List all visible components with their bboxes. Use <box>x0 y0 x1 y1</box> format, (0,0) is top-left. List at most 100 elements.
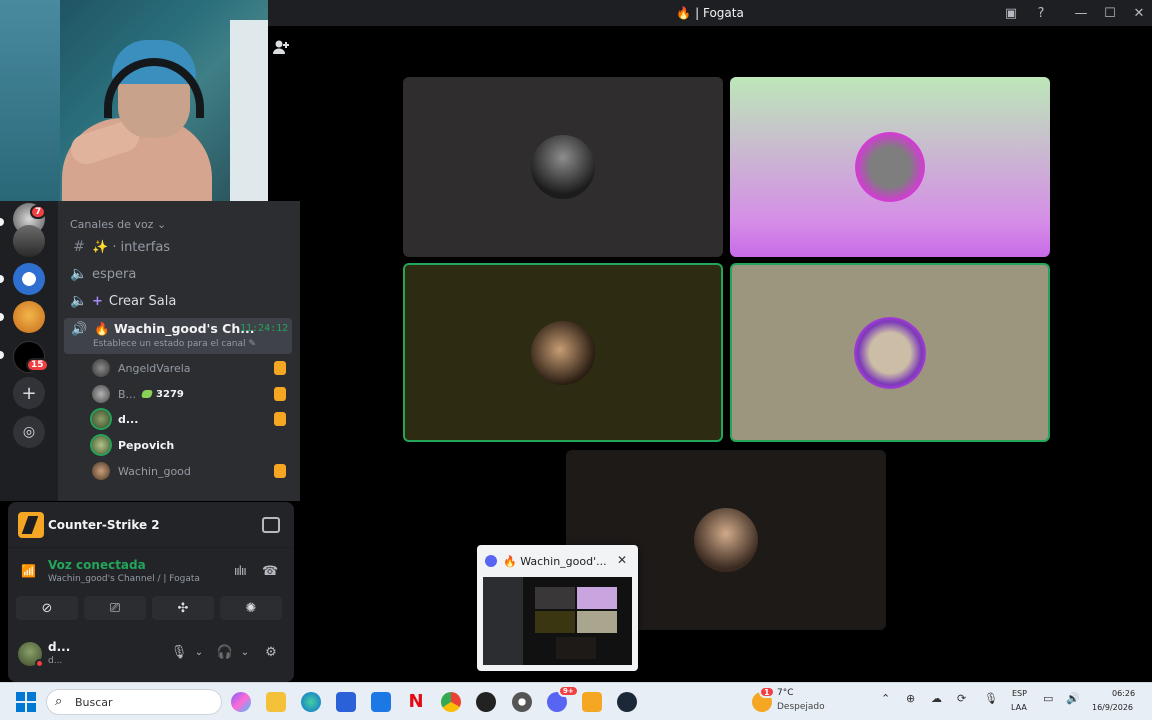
voice-member[interactable]: d... <box>92 409 292 429</box>
network-icon[interactable]: ▭ <box>1043 692 1053 705</box>
close-icon[interactable]: ✕ <box>617 553 627 567</box>
voice-location[interactable]: Wachin_good's Channel / | Fogata <box>48 574 200 584</box>
keyboard-layout[interactable]: LAA <box>1011 703 1027 712</box>
user-name[interactable]: d... <box>48 640 70 654</box>
avatar <box>92 436 110 454</box>
discord-badge: 9+ <box>558 685 579 697</box>
cs2-activity-icon <box>274 387 286 401</box>
channel-interfas[interactable]: # ✨ · interfas <box>70 236 170 258</box>
cs2-activity-icon <box>274 464 286 478</box>
user-tag: d... <box>48 656 63 666</box>
minimize-button[interactable]: — <box>1066 0 1096 26</box>
chrome-icon[interactable] <box>441 692 461 712</box>
participant-avatar <box>855 132 925 202</box>
screen-share-icon[interactable] <box>262 517 280 533</box>
channel-timer: 11:24:12 <box>240 323 289 334</box>
steam-icon[interactable] <box>617 692 637 712</box>
boost-badge: 3279 <box>140 389 184 400</box>
weather-temperature[interactable]: 7°C <box>777 688 794 698</box>
preview-thumbnail[interactable] <box>483 577 632 665</box>
settings-gear-icon[interactable]: ⚙ <box>262 643 280 661</box>
thumb-tile <box>535 587 575 609</box>
app-icon[interactable] <box>476 692 496 712</box>
tray-app-icon[interactable]: ⊕ <box>906 692 915 705</box>
cs2-activity-icon <box>274 361 286 375</box>
voice-member[interactable]: Pepovich <box>92 435 292 455</box>
outlook-icon[interactable] <box>371 692 391 712</box>
thumb-sidebar <box>483 577 523 665</box>
signal-icon[interactable]: 📶 <box>21 564 37 580</box>
gem-icon <box>140 390 154 398</box>
window-preview-popup[interactable]: 🔥 Wachin_good'... ✕ <box>477 545 638 671</box>
user-avatar[interactable] <box>18 642 44 668</box>
voice-connected-label[interactable]: Voz conectada <box>48 558 146 572</box>
camera-toggle-button[interactable]: ⊘ <box>16 596 78 620</box>
weather-description[interactable]: Despejado <box>777 702 825 712</box>
server-icon[interactable] <box>13 263 45 295</box>
cloud-icon[interactable]: ☁ <box>931 692 942 705</box>
avatar <box>92 410 110 428</box>
channel-label: interfas <box>120 239 171 255</box>
channel-crear-sala[interactable]: 🔈 + Crear Sala <box>70 290 176 312</box>
channel-status-prompt[interactable]: Establece un estado para el canal ✎ <box>93 339 256 349</box>
video-tile-speaking[interactable] <box>730 263 1050 442</box>
microphone-icon[interactable]: 🎙 <box>170 643 188 661</box>
thumb-tile <box>577 611 617 633</box>
netflix-icon[interactable]: N <box>406 692 426 712</box>
taskbar-search[interactable]: ⌕ Buscar <box>46 689 222 715</box>
server-unread-pill <box>0 275 4 283</box>
microphone-icon[interactable]: 🎙 <box>984 692 998 705</box>
copilot-icon[interactable] <box>231 692 251 712</box>
voice-category-label[interactable]: Canales de voz ⌄ <box>70 218 166 231</box>
video-tile-speaking[interactable] <box>403 263 723 442</box>
file-explorer-icon[interactable] <box>266 692 286 712</box>
video-tile[interactable] <box>403 77 723 257</box>
maximize-button[interactable]: ☐ <box>1095 0 1125 26</box>
cs2-icon[interactable] <box>582 692 602 712</box>
title-bar: 🔥 | Fogata ▣ ? — ☐ ✕ <box>268 0 1152 26</box>
voice-member[interactable]: Wachin_good <box>92 461 292 481</box>
speaker-active-icon: 🔊 <box>71 322 88 337</box>
clock-time[interactable]: 06:26 <box>1112 689 1135 698</box>
volume-icon[interactable]: 🔊 <box>1066 692 1080 705</box>
activities-icon: ✣ <box>177 600 189 616</box>
video-tile[interactable] <box>730 77 1050 257</box>
channel-espera[interactable]: 🔈 espera <box>70 263 136 285</box>
activities-button[interactable]: ✣ <box>152 596 214 620</box>
chevron-up-icon[interactable]: ⌃ <box>881 692 890 705</box>
flame-icon: 🔥 <box>94 321 110 336</box>
inbox-icon[interactable]: ▣ <box>996 0 1026 26</box>
edge-icon[interactable] <box>301 692 321 712</box>
sync-icon[interactable]: ⟳ <box>957 692 966 705</box>
windows-start-icon[interactable] <box>16 692 36 712</box>
clock-date[interactable]: 16/9/2026 <box>1092 703 1133 712</box>
add-server-button[interactable]: + <box>13 377 45 409</box>
active-channel-name: 🔥 Wachin_good's Ch... <box>94 321 254 337</box>
server-icon[interactable] <box>13 301 45 333</box>
noise-suppression-icon[interactable]: ıılıı <box>234 564 250 580</box>
close-button[interactable]: ✕ <box>1124 0 1152 26</box>
window-title-text: | Fogata <box>695 6 744 20</box>
thumb-tile <box>577 587 617 609</box>
voice-member[interactable]: AngeldVarela <box>92 358 292 378</box>
store-icon[interactable] <box>336 692 356 712</box>
headphones-icon[interactable]: 🎧 <box>216 643 234 661</box>
chevron-down-icon[interactable]: ⌄ <box>190 643 208 661</box>
chevron-down-icon[interactable]: ⌄ <box>236 643 254 661</box>
soundboard-button[interactable]: ✺ <box>220 596 282 620</box>
disconnect-icon[interactable]: ☎ <box>262 564 278 580</box>
help-icon[interactable]: ? <box>1026 0 1056 26</box>
preview-title-text: Wachin_good'... <box>520 555 607 568</box>
server-icon[interactable] <box>13 225 45 257</box>
preview-title: 🔥 Wachin_good'... <box>503 555 607 568</box>
game-activity-row[interactable]: Counter-Strike 2 <box>8 502 294 548</box>
settings-gear-icon[interactable] <box>512 692 532 712</box>
server-rail: 7 15 + ◎ <box>0 201 58 501</box>
voice-member[interactable]: B... 3279 <box>92 384 292 404</box>
screen-share-button[interactable]: ⎚ <box>84 596 146 620</box>
add-member-icon[interactable] <box>272 38 292 56</box>
language-indicator[interactable]: ESP <box>1012 689 1027 698</box>
channel-prefix: ✨ · <box>92 239 117 255</box>
webcam-overlay <box>0 0 268 201</box>
discover-icon[interactable]: ◎ <box>13 416 45 448</box>
